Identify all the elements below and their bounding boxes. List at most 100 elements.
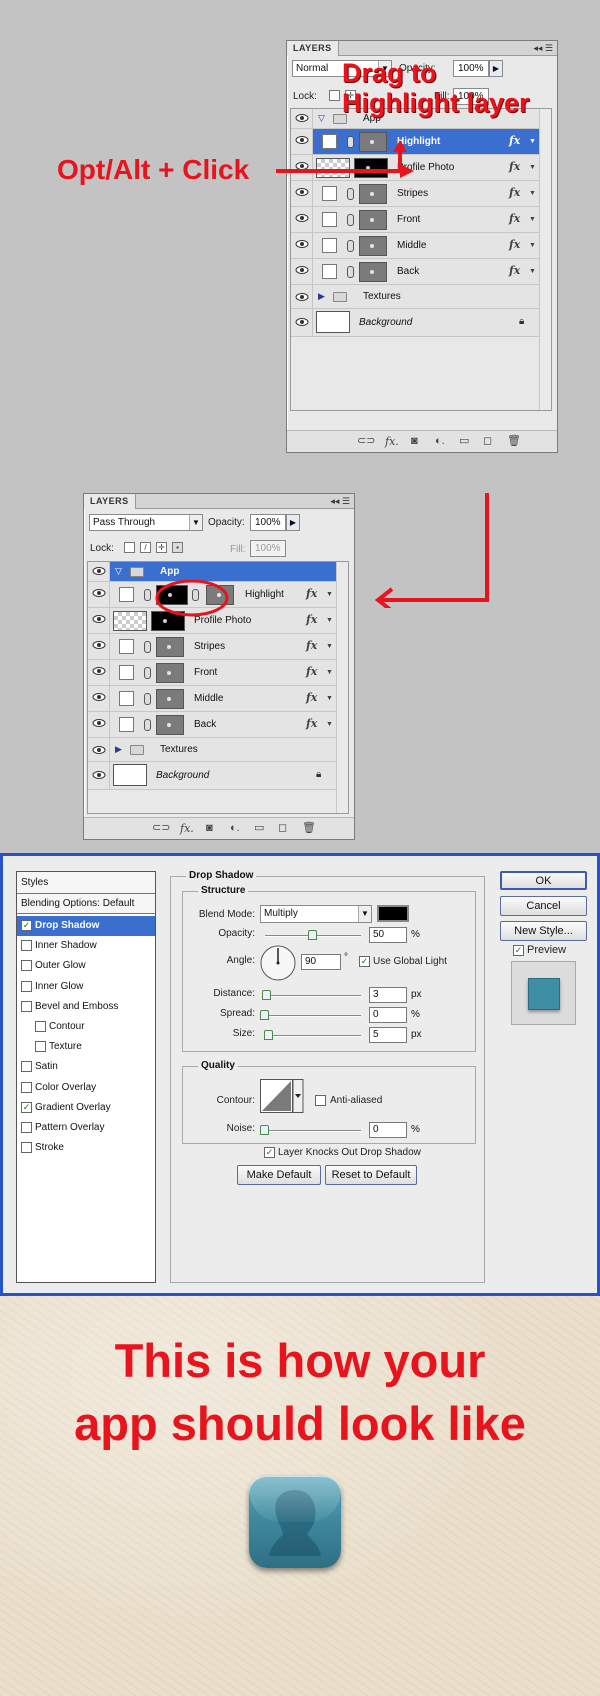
distance-slider-handle[interactable] bbox=[262, 990, 271, 1000]
fx-icon[interactable]: fx bbox=[509, 186, 520, 199]
style-item[interactable]: Bevel and Emboss bbox=[17, 997, 155, 1017]
style-checkbox[interactable] bbox=[35, 1041, 46, 1053]
blend-mode-select[interactable]: Pass Through ▼ bbox=[89, 514, 203, 531]
fx-icon[interactable]: fx bbox=[509, 238, 520, 251]
link-icon[interactable] bbox=[347, 214, 354, 226]
fx-icon[interactable]: fx bbox=[509, 264, 520, 277]
style-item[interactable]: Texture bbox=[17, 1037, 155, 1057]
eye-icon[interactable] bbox=[88, 738, 110, 761]
opacity-field[interactable]: 100% bbox=[250, 514, 286, 531]
fx-expand-icon[interactable]: ▼ bbox=[326, 721, 333, 728]
angle-field[interactable]: 90 bbox=[301, 954, 341, 970]
cancel-button[interactable]: Cancel bbox=[500, 896, 587, 916]
link-icon[interactable] bbox=[347, 240, 354, 252]
link-icon[interactable] bbox=[144, 719, 151, 731]
style-item[interactable]: Pattern Overlay bbox=[17, 1118, 155, 1138]
fx-expand-icon[interactable]: ▼ bbox=[529, 164, 536, 171]
distance-slider[interactable] bbox=[265, 995, 361, 997]
scrollbar[interactable] bbox=[539, 109, 551, 410]
link-layers-icon[interactable]: ⊂⊃ bbox=[357, 435, 375, 448]
layer-row[interactable]: Front fx ▼ bbox=[291, 207, 539, 233]
eye-icon[interactable] bbox=[88, 686, 110, 711]
fx-icon[interactable]: fx bbox=[509, 160, 520, 173]
style-checkbox[interactable] bbox=[21, 1122, 32, 1133]
fx-expand-icon[interactable]: ▼ bbox=[326, 617, 333, 624]
fx-expand-icon[interactable]: ▼ bbox=[529, 216, 536, 223]
new-style-button[interactable]: New Style... bbox=[500, 921, 587, 941]
eye-icon[interactable] bbox=[88, 562, 110, 581]
fill-field[interactable]: 100% bbox=[250, 540, 286, 557]
eye-icon[interactable] bbox=[291, 109, 313, 128]
shadow-blend-select[interactable]: Multiply ▼ bbox=[260, 905, 372, 923]
size-field[interactable]: 5 bbox=[369, 1027, 407, 1043]
style-checkbox[interactable] bbox=[21, 1081, 32, 1093]
new-group-icon[interactable]: ▭ bbox=[459, 435, 469, 448]
trash-icon[interactable]: 🗑︎ bbox=[507, 435, 521, 448]
expand-triangle-icon[interactable]: ▽ bbox=[318, 113, 325, 124]
layer-row[interactable]: Back fx ▼ bbox=[291, 259, 539, 285]
new-group-icon[interactable]: ▭ bbox=[254, 822, 264, 835]
spread-field[interactable]: 0 bbox=[369, 1007, 407, 1023]
angle-dial[interactable] bbox=[259, 944, 297, 982]
panel-menu-icon[interactable]: ◂◂ ☰ bbox=[330, 496, 350, 507]
style-item[interactable]: Blending Options: Default bbox=[17, 894, 155, 914]
link-icon[interactable] bbox=[144, 693, 151, 705]
fx-expand-icon[interactable]: ▼ bbox=[326, 643, 333, 650]
fx-icon[interactable]: fx bbox=[306, 717, 317, 730]
eye-icon[interactable] bbox=[88, 582, 110, 607]
fx-icon[interactable]: fx bbox=[306, 613, 317, 626]
style-item[interactable]: Contour bbox=[17, 1017, 155, 1037]
expand-triangle-icon[interactable]: ▶ bbox=[318, 291, 325, 302]
ok-button[interactable]: OK bbox=[500, 871, 587, 890]
style-checkbox[interactable] bbox=[21, 1061, 32, 1073]
fx-expand-icon[interactable]: ▼ bbox=[529, 268, 536, 275]
style-checkbox[interactable] bbox=[21, 980, 32, 992]
layer-row-background[interactable]: Background 🔒︎ bbox=[291, 309, 539, 337]
lock-transparent-icon[interactable] bbox=[124, 542, 135, 553]
layer-row[interactable]: Stripes fx ▼ bbox=[88, 634, 336, 660]
style-item[interactable]: Styles bbox=[17, 872, 155, 894]
noise-field[interactable]: 0 bbox=[369, 1122, 407, 1138]
scrollbar[interactable] bbox=[336, 562, 348, 813]
eye-icon[interactable] bbox=[88, 660, 110, 685]
layer-row[interactable]: Middle fx ▼ bbox=[88, 686, 336, 712]
link-icon[interactable] bbox=[144, 641, 151, 653]
layer-row[interactable]: Back fx ▼ bbox=[88, 712, 336, 738]
style-checkbox[interactable]: ✓ bbox=[21, 920, 32, 931]
fx-expand-icon[interactable]: ▼ bbox=[529, 190, 536, 197]
style-checkbox[interactable] bbox=[21, 940, 32, 952]
fx-icon[interactable]: fx bbox=[509, 212, 520, 225]
size-slider-handle[interactable] bbox=[264, 1030, 273, 1040]
layer-row-background[interactable]: Background 🔒︎ bbox=[88, 762, 336, 790]
eye-icon[interactable] bbox=[88, 762, 110, 789]
eye-icon[interactable] bbox=[291, 285, 313, 308]
global-light-checkbox[interactable]: ✓ bbox=[359, 956, 370, 967]
link-icon[interactable] bbox=[144, 667, 151, 679]
layer-row[interactable]: Middle fx ▼ bbox=[291, 233, 539, 259]
fx-expand-icon[interactable]: ▼ bbox=[326, 695, 333, 702]
noise-slider-handle[interactable] bbox=[260, 1125, 269, 1135]
link-icon[interactable] bbox=[144, 589, 151, 601]
fx-icon[interactable]: fx. bbox=[385, 435, 399, 448]
lock-position-icon[interactable]: ✛ bbox=[156, 542, 167, 553]
knockout-checkbox[interactable]: ✓ bbox=[264, 1147, 275, 1158]
fx-icon[interactable]: fx bbox=[306, 587, 317, 600]
new-layer-icon[interactable]: ◻ bbox=[483, 435, 492, 448]
style-checkbox[interactable]: ✓ bbox=[21, 1101, 32, 1113]
eye-icon[interactable] bbox=[88, 634, 110, 659]
fx-expand-icon[interactable]: ▼ bbox=[529, 242, 536, 249]
layer-row[interactable]: Front fx ▼ bbox=[88, 660, 336, 686]
style-item[interactable]: Outer Glow bbox=[17, 956, 155, 976]
adjustment-icon[interactable]: ◐. bbox=[435, 435, 445, 448]
anti-aliased-checkbox[interactable] bbox=[315, 1095, 326, 1106]
fx-expand-icon[interactable]: ▼ bbox=[326, 591, 333, 598]
eye-icon[interactable] bbox=[291, 207, 313, 232]
eye-icon[interactable] bbox=[291, 309, 313, 336]
contour-picker[interactable] bbox=[260, 1079, 304, 1113]
fx-expand-icon[interactable]: ▼ bbox=[326, 669, 333, 676]
link-layers-icon[interactable]: ⊂⊃ bbox=[152, 822, 170, 835]
style-checkbox[interactable] bbox=[21, 1142, 32, 1154]
adjustment-icon[interactable]: ◐. bbox=[230, 822, 240, 835]
mask-icon[interactable]: ◙ bbox=[206, 822, 213, 835]
brush-lock-icon[interactable]: / bbox=[140, 542, 151, 553]
